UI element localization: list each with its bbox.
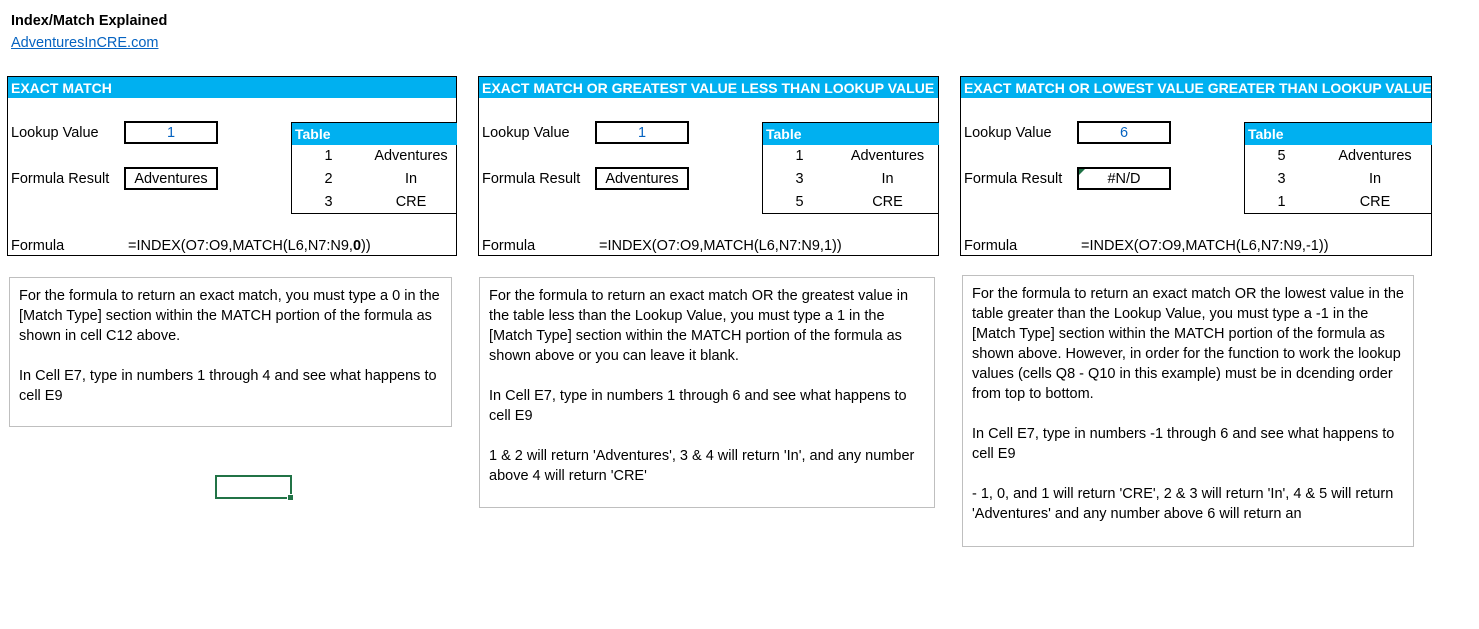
table-key: 3 [1277,171,1286,187]
lookup-value-label: Lookup Value [964,125,1052,141]
lookup-value-input[interactable]: 1 [124,121,218,144]
table-key: 1 [324,148,333,164]
table-value: CRE [395,194,427,210]
note-greatest-less-than[interactable]: For the formula to return an exact match… [479,277,935,508]
lookup-value-label: Lookup Value [11,125,99,141]
lookup-value-input[interactable]: 6 [1077,121,1171,144]
formula-label: Formula [964,238,1018,254]
sheet-title: Index/Match Explained [11,13,168,29]
note-paragraph: - 1, 0, and 1 will return 'CRE', 2 & 3 w… [972,486,1398,522]
table-value: In [1368,171,1382,187]
note-paragraph: For the formula to return an exact match… [489,288,913,364]
website-link[interactable]: AdventuresInCRE.com [11,35,158,51]
lookup-table: Table 1 Adventures 3 In 5 CRE [762,122,939,214]
table-key: 2 [324,171,333,187]
table-value: CRE [872,194,903,210]
formula-match-type: 1 [823,238,833,254]
fill-handle[interactable] [287,494,294,501]
note-paragraph: For the formula to return an exact match… [19,288,444,344]
table-row[interactable]: 1 Adventures [292,145,457,168]
table-key: 3 [324,194,333,210]
table-value: In [404,171,418,187]
table-value: Adventures [850,148,925,164]
table-row[interactable]: 5 Adventures [1245,145,1432,168]
panel-title: EXACT MATCH [8,77,456,98]
formula-prefix: =INDEX(O7:O9,MATCH(L6,N7:N9, [1081,238,1306,254]
table-row[interactable]: 3 In [1245,168,1432,191]
formula-result-cell[interactable]: #N/D [1077,167,1171,190]
formula-text[interactable]: =INDEX(O7:O9,MATCH(L6,N7:N9,1)) [599,238,842,254]
formula-result-cell[interactable]: Adventures [124,167,218,190]
formula-result-label: Formula Result [482,171,581,187]
table-row[interactable]: 1 Adventures [763,145,939,168]
panel-lowest-greater-than: EXACT MATCH OR LOWEST VALUE GREATER THAN… [960,76,1432,256]
result-value: #N/D [1107,171,1141,187]
formula-suffix: )) [361,238,371,254]
note-paragraph: In Cell E7, type in numbers -1 through 6… [972,426,1399,462]
formula-suffix: )) [832,238,842,254]
table-header: Table [1245,123,1432,145]
table-key: 5 [1277,148,1286,164]
selected-cell[interactable] [215,475,294,501]
formula-label: Formula [11,238,65,254]
table-row[interactable]: 5 CRE [763,191,939,214]
table-value: Adventures [1338,148,1412,164]
lookup-table: Table 1 Adventures 2 In 3 CRE [291,122,457,214]
table-row[interactable]: 1 CRE [1245,191,1432,214]
table-value: In [881,171,894,187]
lookup-table: Table 5 Adventures 3 In 1 CRE [1244,122,1432,214]
formula-suffix: )) [1318,238,1329,254]
note-lowest-greater-than[interactable]: For the formula to return an exact match… [962,275,1414,547]
formula-text[interactable]: =INDEX(O7:O9,MATCH(L6,N7:N9,0)) [128,238,371,254]
table-key: 1 [795,148,804,164]
table-row[interactable]: 3 In [763,168,939,191]
table-key: 1 [1277,194,1286,210]
formula-text[interactable]: =INDEX(O7:O9,MATCH(L6,N7:N9,-1)) [1081,238,1329,254]
formula-prefix: =INDEX(O7:O9,MATCH(L6,N7:N9, [128,238,353,254]
panel-greatest-less-than: EXACT MATCH OR GREATEST VALUE LESS THAN … [478,76,939,256]
panel-title: EXACT MATCH OR GREATEST VALUE LESS THAN … [479,77,938,98]
table-key: 3 [795,171,804,187]
table-header: Table [763,123,939,145]
formula-match-type: -1 [1305,238,1319,254]
error-indicator-icon [1079,169,1085,175]
table-header: Table [292,123,457,145]
formula-match-type: 0 [352,238,362,254]
note-paragraph: 1 & 2 will return 'Adventures', 3 & 4 wi… [489,448,919,484]
table-key: 5 [795,194,804,210]
table-row[interactable]: 3 CRE [292,191,457,214]
formula-result-label: Formula Result [11,171,110,187]
formula-prefix: =INDEX(O7:O9,MATCH(L6,N7:N9, [599,238,824,254]
table-value: Adventures [374,148,448,164]
note-exact-match[interactable]: For the formula to return an exact match… [9,277,452,427]
note-paragraph: In Cell E7, type in numbers 1 through 4 … [19,368,441,404]
note-paragraph: For the formula to return an exact match… [972,286,1409,402]
note-paragraph: In Cell E7, type in numbers 1 through 6 … [489,388,911,424]
formula-result-cell[interactable]: Adventures [595,167,689,190]
table-row[interactable]: 2 In [292,168,457,191]
lookup-value-label: Lookup Value [482,125,570,141]
formula-result-label: Formula Result [964,171,1063,187]
panel-exact-match: EXACT MATCH Lookup Value 1 Formula Resul… [7,76,457,256]
formula-label: Formula [482,238,536,254]
panel-title: EXACT MATCH OR LOWEST VALUE GREATER THAN… [961,77,1431,98]
lookup-value-input[interactable]: 1 [595,121,689,144]
table-value: CRE [1359,194,1391,210]
